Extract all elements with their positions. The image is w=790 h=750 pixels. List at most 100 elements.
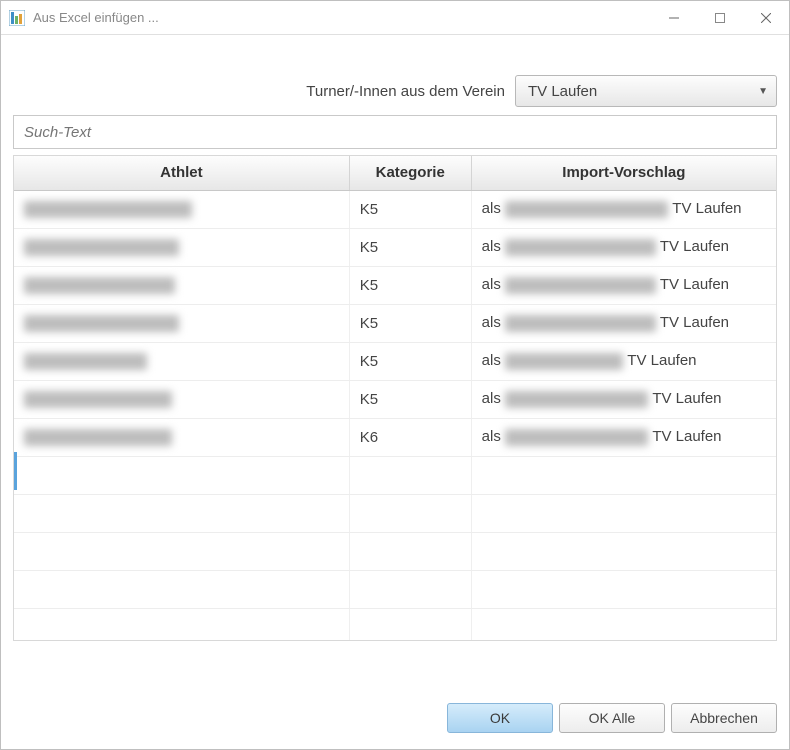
cell-suggestion: als Xxxxxxxxxx Xxx XXXX TV Laufen (471, 228, 776, 266)
ok-all-button[interactable]: OK Alle (559, 703, 665, 733)
cancel-button[interactable]: Abbrechen (671, 703, 777, 733)
search-input[interactable] (13, 115, 777, 149)
redacted-text: Xxxxx xxxx, XXXX (24, 353, 147, 370)
window-controls (651, 1, 789, 35)
dialog-footer: OK OK Alle Abbrechen (1, 689, 789, 749)
cell-category: K5 (349, 228, 471, 266)
suggestion-prefix: als (482, 276, 501, 293)
redacted-text: Xxxxxxxxxx Xxx, XXXX (24, 239, 179, 256)
selection-indicator (14, 452, 17, 490)
club-dropdown[interactable]: TV Laufen ▼ (515, 75, 777, 107)
table-row[interactable]: Xxxxxxxxxx Xxx, XXXXK5als Xxxxxxxxxx Xxx… (14, 228, 776, 266)
cell-empty (471, 532, 776, 570)
cell-suggestion: als Xxxxxxx xxxxxxxx XXXX TV Laufen (471, 190, 776, 228)
cell-empty (349, 532, 471, 570)
redacted-text: Xxxxxxx xxxxxxxx XXXX (505, 201, 668, 218)
cell-empty (14, 532, 349, 570)
table-row-empty (14, 456, 776, 494)
minimize-button[interactable] (651, 1, 697, 35)
col-athlete[interactable]: Athlet (14, 156, 349, 190)
redacted-text: Xxxxxxx xxxxxxxx, XXXX (24, 201, 192, 218)
cell-category: K5 (349, 342, 471, 380)
redacted-text: Xxxxxxxx Xxxxx XXXX (505, 277, 656, 294)
cell-empty (471, 608, 776, 641)
table-row-empty (14, 532, 776, 570)
redacted-text: Xxxxxxxxxx Xxx XXXX (505, 239, 656, 256)
suggestion-prefix: als (482, 390, 501, 407)
cell-athlete: Xxxxxxxxxx Xxx, XXXX (14, 228, 349, 266)
ok-button[interactable]: OK (447, 703, 553, 733)
suggestion-prefix: als (482, 352, 501, 369)
col-category[interactable]: Kategorie (349, 156, 471, 190)
table-header-row: Athlet Kategorie Import-Vorschlag (14, 156, 776, 190)
cell-athlete: Xxxxx Xxxxxxxx, XXXX (14, 304, 349, 342)
redacted-text: Xxxxxxxx Xxxx XXXX (505, 429, 648, 446)
cell-category: K6 (349, 418, 471, 456)
table-row[interactable]: Xxxxx Xxxxxxxx, XXXX K5als Xxxxx Xxxxxxxx… (14, 304, 776, 342)
cell-empty (471, 570, 776, 608)
app-icon (9, 10, 25, 26)
cell-athlete: Xxxxxxxx Xxxx, XXXX (14, 418, 349, 456)
cell-empty (471, 494, 776, 532)
redacted-text: Xxxxxxxx Xxxx, XXXX (24, 429, 172, 446)
cell-empty (349, 456, 471, 494)
window-title: Aus Excel einfügen ... (33, 10, 651, 25)
cell-suggestion: als Xxxxx xxxx XXXX TV Laufen (471, 342, 776, 380)
table-row[interactable]: Xxxxxxxx Xxxx, XXXXK5als Xxxxxxxx Xxxx X… (14, 380, 776, 418)
redacted-text: Xxxxx xxxx XXXX (505, 353, 623, 370)
cell-athlete: Xxxxxxxx Xxxxx XXXX (14, 266, 349, 304)
cell-empty (349, 570, 471, 608)
suggestion-suffix: TV Laufen (627, 352, 696, 369)
cell-suggestion: als Xxxxxxxx Xxxx XXXX TV Laufen (471, 380, 776, 418)
chevron-down-icon: ▼ (758, 86, 768, 97)
cell-empty (471, 456, 776, 494)
cell-suggestion: als Xxxxxxxx Xxxx XXXX TV Laufen (471, 418, 776, 456)
suggestion-suffix: TV Laufen (652, 390, 721, 407)
table-row[interactable]: Xxxxxxx xxxxxxxx, XXXXK5als Xxxxxxx xxxx… (14, 190, 776, 228)
redacted-text: Xxxxx Xxxxxxxx XXXX (505, 315, 656, 332)
redacted-text: Xxxxxxxx Xxxxx XXXX (24, 277, 175, 294)
table-body: Xxxxxxx xxxxxxxx, XXXXK5als Xxxxxxx xxxx… (14, 190, 776, 641)
redacted-text: Xxxxxxxx Xxxx, XXXX (24, 391, 172, 408)
cell-suggestion: als Xxxxx Xxxxxxxx XXXX TV Laufen (471, 304, 776, 342)
results-table: Athlet Kategorie Import-Vorschlag Xxxxxx… (14, 156, 776, 641)
club-filter-label: Turner/-Innen aus dem Verein (306, 83, 505, 100)
close-button[interactable] (743, 1, 789, 35)
results-table-container: Athlet Kategorie Import-Vorschlag Xxxxxx… (13, 155, 777, 641)
suggestion-prefix: als (482, 238, 501, 255)
maximize-button[interactable] (697, 1, 743, 35)
suggestion-prefix: als (482, 428, 501, 445)
titlebar: Aus Excel einfügen ... (1, 1, 789, 35)
col-suggestion[interactable]: Import-Vorschlag (471, 156, 776, 190)
cell-empty (14, 570, 349, 608)
cell-athlete: Xxxxxxx xxxxxxxx, XXXX (14, 190, 349, 228)
cell-empty (14, 494, 349, 532)
table-row-empty (14, 494, 776, 532)
dialog-window: Aus Excel einfügen ... Turner/-Innen aus… (0, 0, 790, 750)
redacted-text: Xxxxxxxx Xxxx XXXX (505, 391, 648, 408)
cell-suggestion: als Xxxxxxxx Xxxxx XXXX TV Laufen (471, 266, 776, 304)
cell-athlete: Xxxxx xxxx, XXXX (14, 342, 349, 380)
cell-empty (14, 608, 349, 641)
table-row[interactable]: Xxxxxxxx Xxxx, XXXXK6als Xxxxxxxx Xxxx X… (14, 418, 776, 456)
suggestion-suffix: TV Laufen (660, 238, 729, 255)
content-area: Turner/-Innen aus dem Verein TV Laufen ▼… (1, 35, 789, 689)
suggestion-suffix: TV Laufen (672, 200, 741, 217)
filter-row: Turner/-Innen aus dem Verein TV Laufen ▼ (13, 75, 777, 107)
cell-empty (349, 494, 471, 532)
redacted-text: Xxxxx Xxxxxxxx, XXXX (24, 315, 179, 332)
table-row-empty (14, 608, 776, 641)
cell-category: K5 (349, 380, 471, 418)
suggestion-suffix: TV Laufen (660, 314, 729, 331)
cell-category: K5 (349, 190, 471, 228)
table-row[interactable]: Xxxxxxxx Xxxxx XXXXK5als Xxxxxxxx Xxxxx … (14, 266, 776, 304)
table-row-empty (14, 570, 776, 608)
table-row[interactable]: Xxxxx xxxx, XXXXK5als Xxxxx xxxx XXXX TV… (14, 342, 776, 380)
cell-category: K5 (349, 304, 471, 342)
club-dropdown-value: TV Laufen (528, 83, 597, 100)
suggestion-suffix: TV Laufen (660, 276, 729, 293)
suggestion-suffix: TV Laufen (652, 428, 721, 445)
cell-empty (349, 608, 471, 641)
cell-empty (14, 456, 349, 494)
suggestion-prefix: als (482, 200, 501, 217)
